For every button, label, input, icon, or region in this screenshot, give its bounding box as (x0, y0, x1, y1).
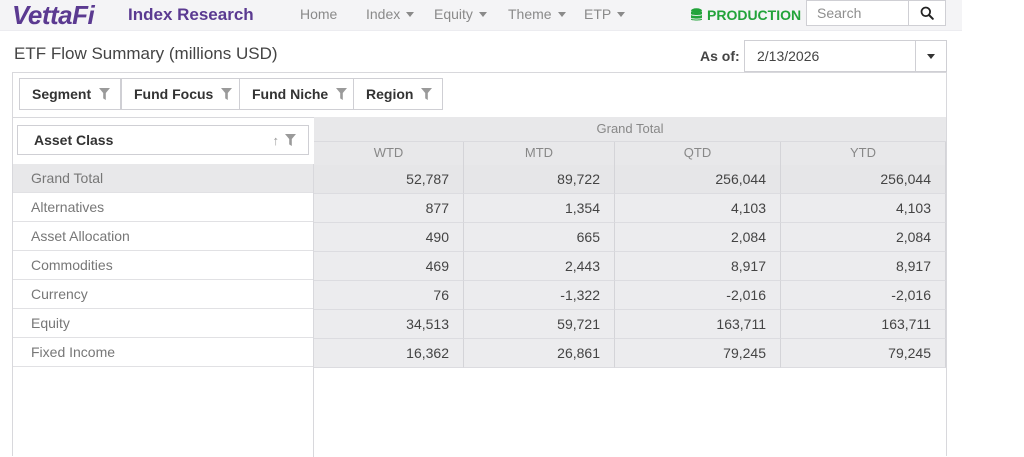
table-cell[interactable]: 8,917 (781, 252, 946, 281)
table-cell[interactable]: 2,084 (615, 223, 781, 252)
chevron-down-icon (406, 12, 415, 17)
table-cell[interactable]: 4,103 (781, 194, 946, 223)
filter-segment[interactable]: Segment (19, 78, 122, 110)
search-button[interactable] (909, 0, 946, 26)
table-cell[interactable]: 665 (464, 223, 615, 252)
data-grid: Grand Total WTD MTD QTD YTD 52,787 89,722 256,… (314, 117, 946, 457)
filter-icon[interactable] (99, 88, 111, 100)
table-cell[interactable]: 52,787 (314, 165, 464, 194)
table-cell[interactable]: -1,322 (464, 281, 615, 310)
as-of-dropdown-button[interactable] (915, 41, 946, 71)
row-label[interactable]: Commodities (13, 251, 313, 280)
as-of-label: As of: (700, 48, 740, 64)
caret-down-icon (927, 54, 935, 59)
nav-item-equity[interactable]: Equity (434, 0, 487, 28)
filter-region[interactable]: Region (353, 78, 444, 110)
table-cell[interactable]: 163,711 (781, 310, 946, 339)
table-cell[interactable]: 2,443 (464, 252, 615, 281)
table-cell[interactable]: 877 (314, 194, 464, 223)
row-label[interactable]: Asset Allocation (13, 222, 313, 251)
table-cell[interactable]: 89,722 (464, 165, 615, 194)
row-labels: Grand Total Alternatives Asset Allocation C… (13, 164, 314, 457)
filter-icon[interactable] (421, 88, 433, 100)
table-cell[interactable]: -2,016 (615, 281, 781, 310)
chevron-down-icon (478, 12, 487, 17)
filter-icon[interactable] (221, 88, 233, 100)
filter-fund-focus[interactable]: Fund Focus (121, 78, 244, 110)
column-header-ytd[interactable]: YTD (781, 142, 946, 165)
filter-bar: Segment Fund Focus Fund Niche Region (13, 73, 946, 118)
table-cell[interactable]: 490 (314, 223, 464, 252)
column-header-qtd[interactable]: QTD (615, 142, 781, 165)
filter-icon[interactable] (336, 88, 348, 100)
grand-total-row-label[interactable]: Grand Total (13, 164, 313, 193)
row-label[interactable]: Alternatives (13, 193, 313, 222)
filter-icon[interactable] (285, 134, 296, 146)
search-icon (920, 6, 934, 20)
column-header-wtd[interactable]: WTD (314, 142, 464, 165)
chevron-down-icon (557, 12, 566, 17)
top-nav: VettaFi Index Research Home Index Equity… (0, 0, 962, 31)
table-cell[interactable]: 163,711 (615, 310, 781, 339)
table-cell[interactable]: 256,044 (615, 165, 781, 194)
table-cell[interactable]: 4,103 (615, 194, 781, 223)
pivot-table: Segment Fund Focus Fund Niche Region Ass… (12, 72, 947, 457)
logo[interactable]: VettaFi (12, 0, 95, 30)
table-cell[interactable]: 26,861 (464, 339, 615, 368)
table-cell[interactable]: 79,245 (615, 339, 781, 368)
chevron-down-icon (617, 12, 626, 17)
as-of-date-select[interactable]: 2/13/2026 (744, 40, 947, 72)
table-cell[interactable]: -2,016 (781, 281, 946, 310)
as-of-date-value: 2/13/2026 (757, 48, 820, 64)
grand-total-header: Grand Total (314, 117, 946, 142)
brand-subtitle[interactable]: Index Research (128, 0, 254, 30)
table-cell[interactable]: 256,044 (781, 165, 946, 194)
page-title: ETF Flow Summary (millions USD) (14, 44, 278, 63)
sort-arrow-icon[interactable]: ↑ (273, 133, 280, 148)
row-label[interactable]: Fixed Income (13, 338, 313, 367)
table-cell[interactable]: 8,917 (615, 252, 781, 281)
nav-item-etp[interactable]: ETP (584, 0, 626, 28)
filter-fund-niche[interactable]: Fund Niche (239, 78, 359, 110)
table-cell[interactable]: 469 (314, 252, 464, 281)
table-cell[interactable]: 79,245 (781, 339, 946, 368)
environment-badge: PRODUCTION (690, 0, 801, 30)
row-label[interactable]: Equity (13, 309, 313, 338)
nav-item-index[interactable]: Index (366, 0, 415, 28)
nav-item-theme[interactable]: Theme (508, 0, 566, 28)
table-cell[interactable]: 2,084 (781, 223, 946, 252)
row-header-asset-class[interactable]: Asset Class ↑ (17, 125, 309, 155)
table-cell[interactable]: 1,354 (464, 194, 615, 223)
table-cell[interactable]: 59,721 (464, 310, 615, 339)
table-cell[interactable]: 16,362 (314, 339, 464, 368)
database-icon (691, 8, 702, 21)
search-input[interactable] (806, 0, 909, 26)
nav-item-home[interactable]: Home (300, 0, 337, 28)
table-cell[interactable]: 76 (314, 281, 464, 310)
column-header-mtd[interactable]: MTD (464, 142, 615, 165)
row-label[interactable]: Currency (13, 280, 313, 309)
table-cell[interactable]: 34,513 (314, 310, 464, 339)
